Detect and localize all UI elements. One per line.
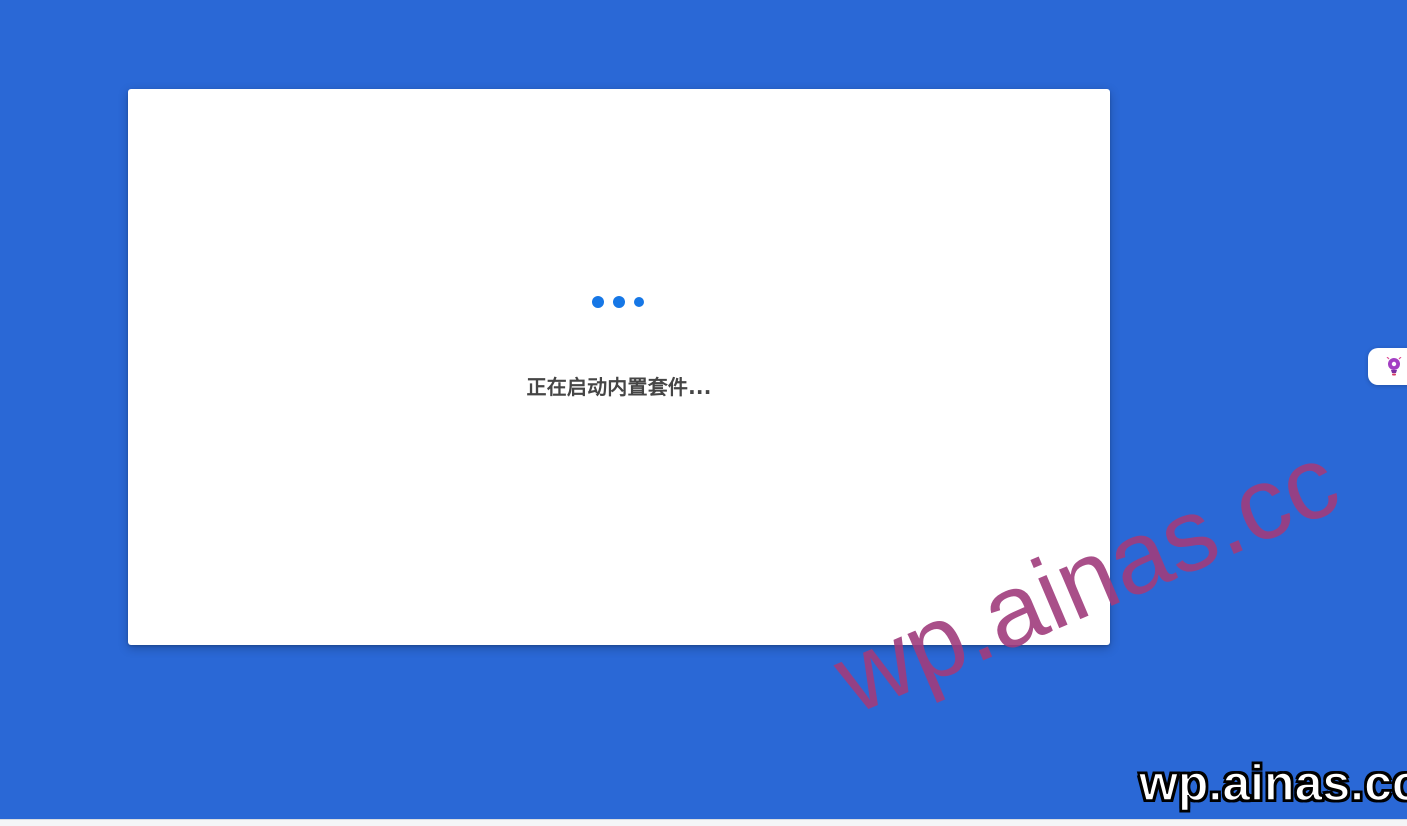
side-assistant-button[interactable]: [1368, 348, 1407, 385]
lightbulb-icon: [1386, 357, 1402, 376]
loading-dot: [592, 296, 604, 308]
corner-watermark: wp.ainas.cc: [1138, 754, 1407, 812]
loading-indicator: [590, 295, 648, 309]
loading-dot: [613, 296, 625, 308]
loading-status-text: 正在启动内置套件...: [526, 375, 712, 399]
loading-dialog: 正在启动内置套件...: [128, 89, 1110, 645]
loading-dot: [634, 297, 644, 307]
bottom-bar: [0, 819, 1407, 826]
